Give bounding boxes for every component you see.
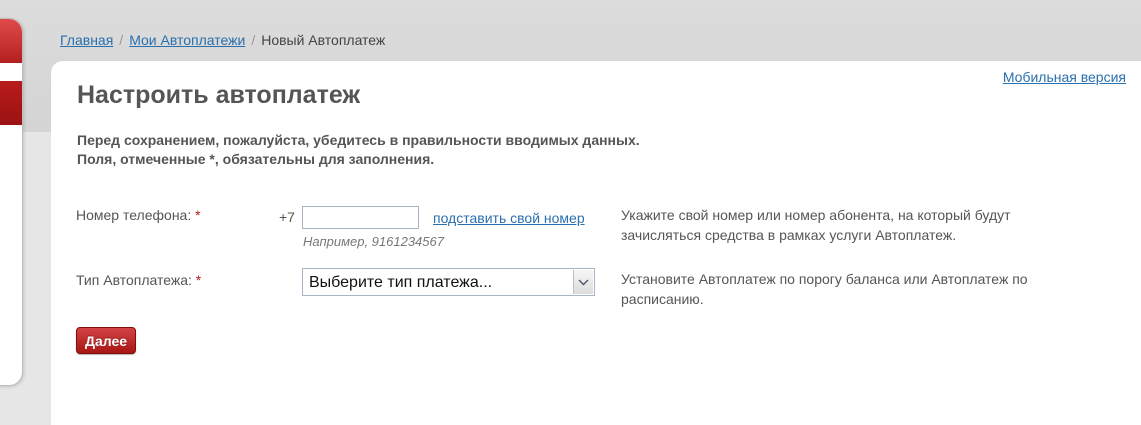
phone-example: Например, 9161234567	[303, 234, 444, 249]
intro-text: Перед сохранением, пожалуйста, убедитесь…	[77, 131, 640, 169]
autopayment-type-selected: Выберите тип платежа...	[309, 274, 493, 291]
intro-line-1: Перед сохранением, пожалуйста, убедитесь…	[77, 132, 640, 148]
chevron-down-icon[interactable]	[573, 270, 593, 294]
intro-line-2: Поля, отмеченные *, обязательны для запо…	[77, 151, 435, 167]
breadcrumb-separator: /	[119, 32, 124, 48]
phone-label-text: Номер телефона:	[76, 207, 192, 223]
phone-hint: Укажите свой номер или номер абонента, н…	[621, 205, 1011, 245]
phone-hint-line-1: Укажите свой номер или номер абонента, н…	[621, 207, 1011, 223]
breadcrumb-my-autopayments-link[interactable]: Мои Автоплатежи	[129, 32, 245, 48]
phone-input[interactable]	[302, 206, 419, 229]
phone-prefix: +7	[279, 209, 295, 225]
breadcrumb: Главная / Мои Автоплатежи / Новый Автоплатеж	[60, 32, 385, 48]
type-label-text: Тип Автоплатежа:	[76, 272, 192, 288]
side-menu-panel	[0, 18, 23, 386]
next-button[interactable]: Далее	[76, 327, 136, 354]
side-menu-active-item[interactable]	[0, 81, 22, 125]
type-hint: Установите Автоплатеж по порогу баланса …	[621, 269, 1028, 309]
phone-label: Номер телефона: *	[76, 207, 201, 223]
breadcrumb-separator: /	[251, 32, 256, 48]
breadcrumb-home-link[interactable]: Главная	[60, 32, 113, 48]
type-hint-line-1: Установите Автоплатеж по порогу баланса …	[621, 271, 1028, 287]
phone-hint-line-2: зачисляться средства в рамках услуги Авт…	[621, 227, 957, 243]
phone-required-mark: *	[195, 207, 201, 223]
type-required-mark: *	[195, 272, 202, 288]
insert-own-number-link[interactable]: подставить свой номер	[433, 210, 585, 226]
side-menu-red-header	[0, 19, 22, 63]
autopayment-type-select[interactable]: Выберите тип платежа...	[302, 268, 595, 296]
page-title: Настроить автоплатеж	[77, 81, 361, 109]
breadcrumb-current: Новый Автоплатеж	[261, 32, 386, 48]
type-label: Тип Автоплатежа: *	[76, 272, 201, 288]
mobile-version-link[interactable]: Мобильная версия	[1003, 69, 1126, 85]
type-hint-line-2: расписанию.	[621, 291, 704, 307]
